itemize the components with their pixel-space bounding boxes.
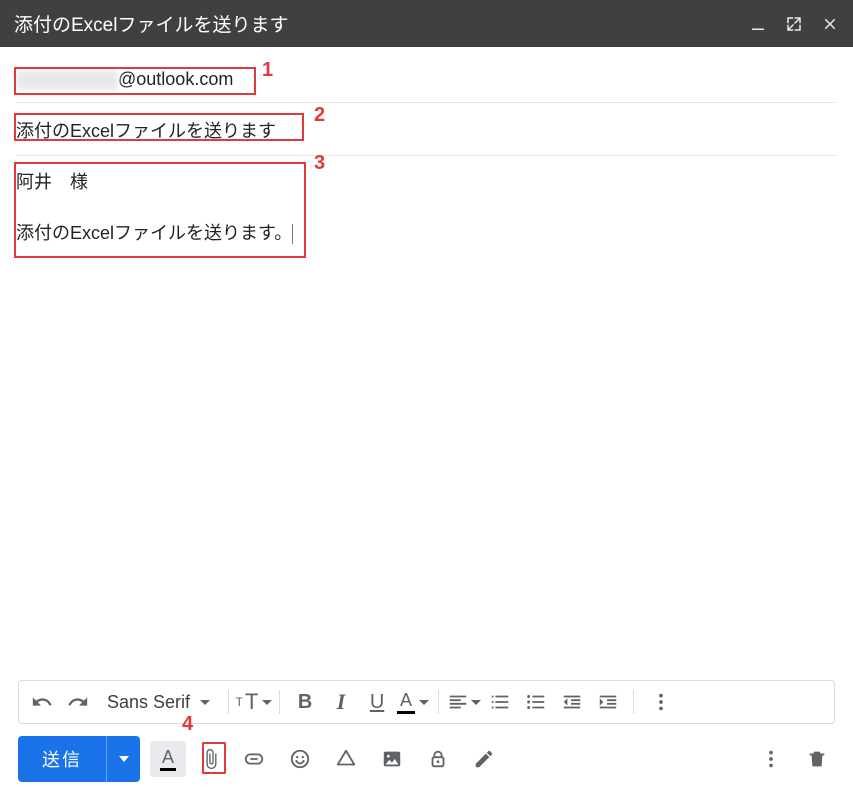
bold-icon: B xyxy=(298,691,312,714)
annotation-number-2: 2 xyxy=(314,104,325,127)
undo-icon xyxy=(31,691,53,713)
formatting-icon: A xyxy=(160,748,176,771)
italic-button[interactable]: I xyxy=(324,685,358,719)
recipient-chip[interactable]: @outlook.com xyxy=(16,69,233,90)
chevron-down-icon xyxy=(119,756,129,762)
attach-file-button[interactable]: 4 xyxy=(196,741,226,777)
font-family-picker[interactable]: Sans Serif xyxy=(97,692,220,713)
font-name-label: Sans Serif xyxy=(107,692,190,713)
redo-icon xyxy=(67,691,89,713)
font-size-icon: TT xyxy=(236,689,259,715)
send-more-button[interactable] xyxy=(106,736,140,782)
insert-drive-button[interactable] xyxy=(328,741,364,777)
bold-button[interactable]: B xyxy=(288,685,322,719)
format-toolbar: Sans Serif TT B I U A xyxy=(18,680,835,724)
titlebar: 添付のExcelファイルを送ります xyxy=(0,0,853,47)
insert-signature-button[interactable] xyxy=(466,741,502,777)
indent-decrease-button[interactable] xyxy=(555,685,589,719)
annotation-number-1: 1 xyxy=(262,59,273,82)
lock-clock-icon xyxy=(427,748,449,770)
subject-text: 添付のExcelファイルを送ります xyxy=(16,121,276,141)
insert-link-button[interactable] xyxy=(236,741,272,777)
recipient-domain: @outlook.com xyxy=(118,69,233,89)
to-field[interactable]: @outlook.com 1 xyxy=(16,47,837,103)
close-icon xyxy=(821,15,839,33)
trash-icon xyxy=(806,748,828,770)
separator xyxy=(438,690,439,714)
body-greeting: 阿井 様 xyxy=(16,168,837,197)
chevron-down-icon xyxy=(471,700,481,705)
numbered-list-icon xyxy=(489,691,511,713)
chevron-down-icon xyxy=(200,700,210,705)
indent-increase-button[interactable] xyxy=(591,685,625,719)
confidential-mode-button[interactable] xyxy=(420,741,456,777)
image-icon xyxy=(381,748,403,770)
header-fields: @outlook.com 1 添付のExcelファイルを送ります 2 xyxy=(0,47,853,156)
bulleted-list-button[interactable] xyxy=(519,685,553,719)
text-color-button[interactable]: A xyxy=(396,685,430,719)
body-content[interactable]: 阿井 様 添付のExcelファイルを送ります。 xyxy=(16,156,837,248)
align-left-icon xyxy=(447,691,469,713)
discard-draft-button[interactable] xyxy=(799,741,835,777)
indent-increase-icon xyxy=(597,691,619,713)
subject-field[interactable]: 添付のExcelファイルを送ります 2 xyxy=(16,103,837,156)
compose-title: 添付のExcelファイルを送ります xyxy=(14,10,749,37)
more-options-button[interactable] xyxy=(753,741,789,777)
minimize-icon xyxy=(749,15,767,33)
font-size-picker[interactable]: TT xyxy=(237,685,271,719)
minimize-button[interactable] xyxy=(749,15,767,33)
italic-icon: I xyxy=(337,689,346,715)
bulleted-list-icon xyxy=(525,691,547,713)
pen-icon xyxy=(473,748,495,770)
send-button[interactable]: 送信 xyxy=(18,736,106,782)
separator xyxy=(228,690,229,714)
separator xyxy=(633,690,634,714)
redo-button[interactable] xyxy=(61,685,95,719)
chevron-down-icon xyxy=(419,700,429,705)
formatting-toggle-button[interactable]: A xyxy=(150,741,186,777)
text-caret xyxy=(292,224,293,244)
expand-icon xyxy=(785,15,803,33)
send-split: 送信 xyxy=(18,736,140,782)
action-bar: 送信 A 4 xyxy=(0,730,853,800)
chevron-down-icon xyxy=(262,700,272,705)
more-vert-icon xyxy=(760,748,782,770)
compose-window: 添付のExcelファイルを送ります @outlook.com 1 添付のExce… xyxy=(0,0,853,800)
drive-icon xyxy=(335,748,357,770)
recipient-redacted xyxy=(16,70,118,90)
paperclip-icon xyxy=(200,748,222,770)
body-line-2: 添付のExcelファイルを送ります。 xyxy=(16,219,837,248)
separator xyxy=(279,690,280,714)
undo-button[interactable] xyxy=(25,685,59,719)
more-vert-icon xyxy=(650,691,672,713)
align-button[interactable] xyxy=(447,685,481,719)
link-icon xyxy=(243,748,265,770)
underline-button[interactable]: U xyxy=(360,685,394,719)
indent-decrease-icon xyxy=(561,691,583,713)
window-controls xyxy=(749,15,839,33)
fullscreen-button[interactable] xyxy=(785,15,803,33)
insert-emoji-button[interactable] xyxy=(282,741,318,777)
emoji-icon xyxy=(289,748,311,770)
body-area[interactable]: 阿井 様 添付のExcelファイルを送ります。 3 xyxy=(0,156,853,680)
more-formatting-button[interactable] xyxy=(644,685,678,719)
text-color-icon: A xyxy=(397,691,415,714)
insert-photo-button[interactable] xyxy=(374,741,410,777)
underline-icon: U xyxy=(370,691,384,714)
numbered-list-button[interactable] xyxy=(483,685,517,719)
close-button[interactable] xyxy=(821,15,839,33)
